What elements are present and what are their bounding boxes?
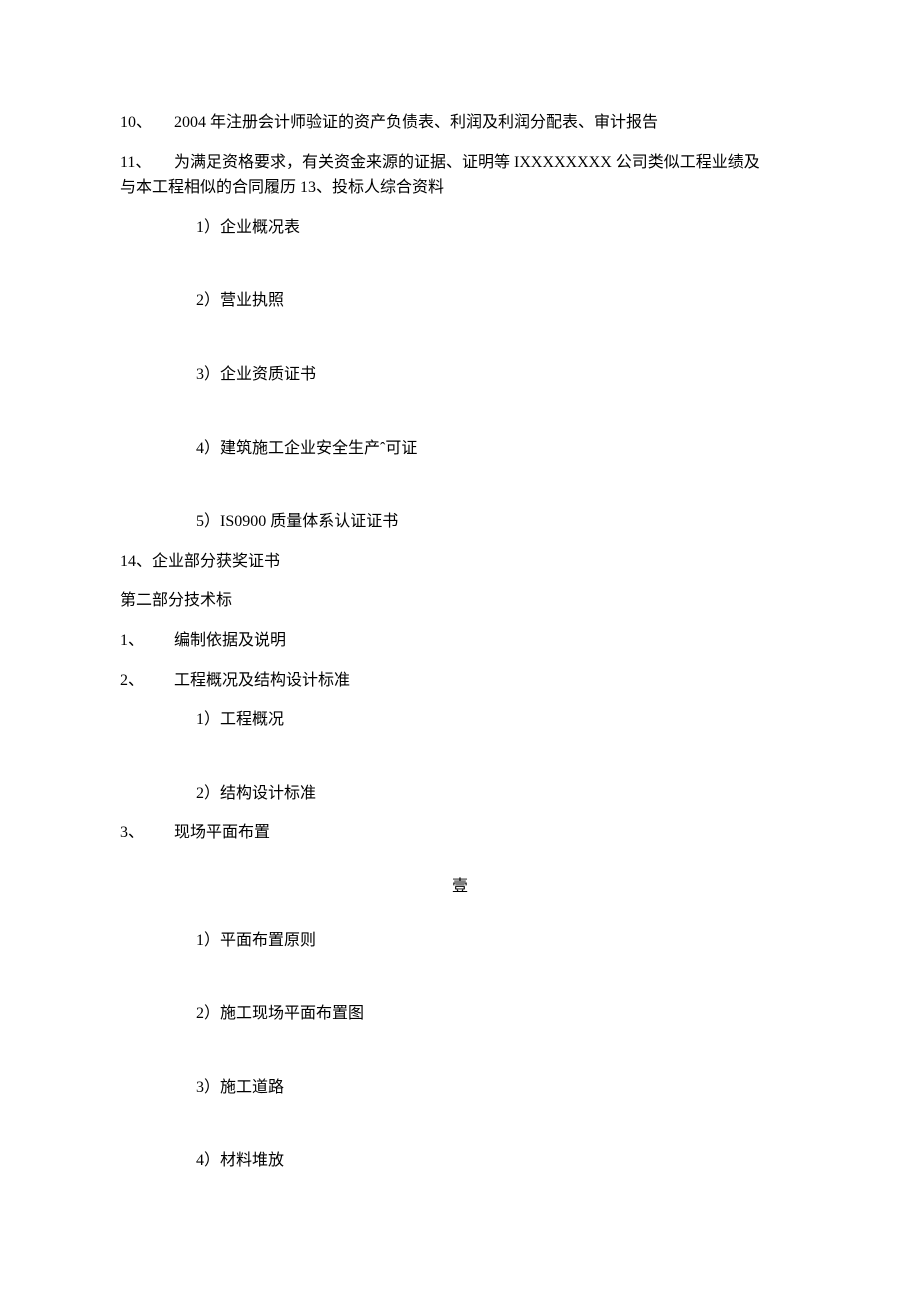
list-item-14: 14、企业部分获奖证书	[120, 549, 800, 575]
item-text: 现场平面布置	[174, 824, 270, 841]
item-text: 企业部分获奖证书	[152, 553, 280, 570]
sub-item-13-1: 1）企业概况表	[120, 215, 800, 241]
item-line-2: 与本工程相似的合同履历 13、投标人综合资料	[120, 175, 800, 201]
item-number: 3、	[120, 820, 170, 846]
item-text: 编制依据及说明	[174, 632, 286, 649]
item-number: 1、	[120, 628, 170, 654]
item-number: 14、	[120, 553, 152, 570]
page-number: 壹	[120, 874, 800, 900]
part2-item-1: 1、 编制依据及说明	[120, 628, 800, 654]
part2-item-3-sub-1: 1）平面布置原则	[120, 928, 800, 954]
part2-item-2-sub-2: 2）结构设计标准	[120, 781, 800, 807]
item-text: 工程概况及结构设计标准	[174, 672, 350, 689]
sub-item-13-2: 2）营业执照	[120, 288, 800, 314]
sub-item-13-4: 4）建筑施工企业安全生产ˆ可证	[120, 436, 800, 462]
item-text: 为满足资格要求，有关资金来源的证据、证明等 IXXXXXXXX 公司类似工程业绩…	[174, 154, 760, 171]
part2-item-3: 3、 现场平面布置	[120, 820, 800, 846]
part2-item-2-sub-1: 1）工程概况	[120, 707, 800, 733]
list-item-11: 11、 为满足资格要求，有关资金来源的证据、证明等 IXXXXXXXX 公司类似…	[120, 150, 800, 201]
part2-item-3-sub-4: 4）材料堆放	[120, 1148, 800, 1174]
sub-item-13-3: 3）企业资质证书	[120, 362, 800, 388]
part2-item-3-sub-2: 2）施工现场平面布置图	[120, 1001, 800, 1027]
part2-item-3-sub-3: 3）施工道路	[120, 1075, 800, 1101]
item-number: 11、	[120, 150, 170, 176]
item-line-1: 11、 为满足资格要求，有关资金来源的证据、证明等 IXXXXXXXX 公司类似…	[120, 150, 800, 176]
sub-item-13-5: 5）IS0900 质量体系认证证书	[120, 509, 800, 535]
item-number: 2、	[120, 668, 170, 694]
item-text: 2004 年注册会计师验证的资产负债表、利润及利润分配表、审计报告	[174, 114, 658, 131]
item-number: 10、	[120, 110, 170, 136]
part-2-title: 第二部分技术标	[120, 588, 800, 614]
part2-item-2: 2、 工程概况及结构设计标准	[120, 668, 800, 694]
list-item-10: 10、 2004 年注册会计师验证的资产负债表、利润及利润分配表、审计报告	[120, 110, 800, 136]
